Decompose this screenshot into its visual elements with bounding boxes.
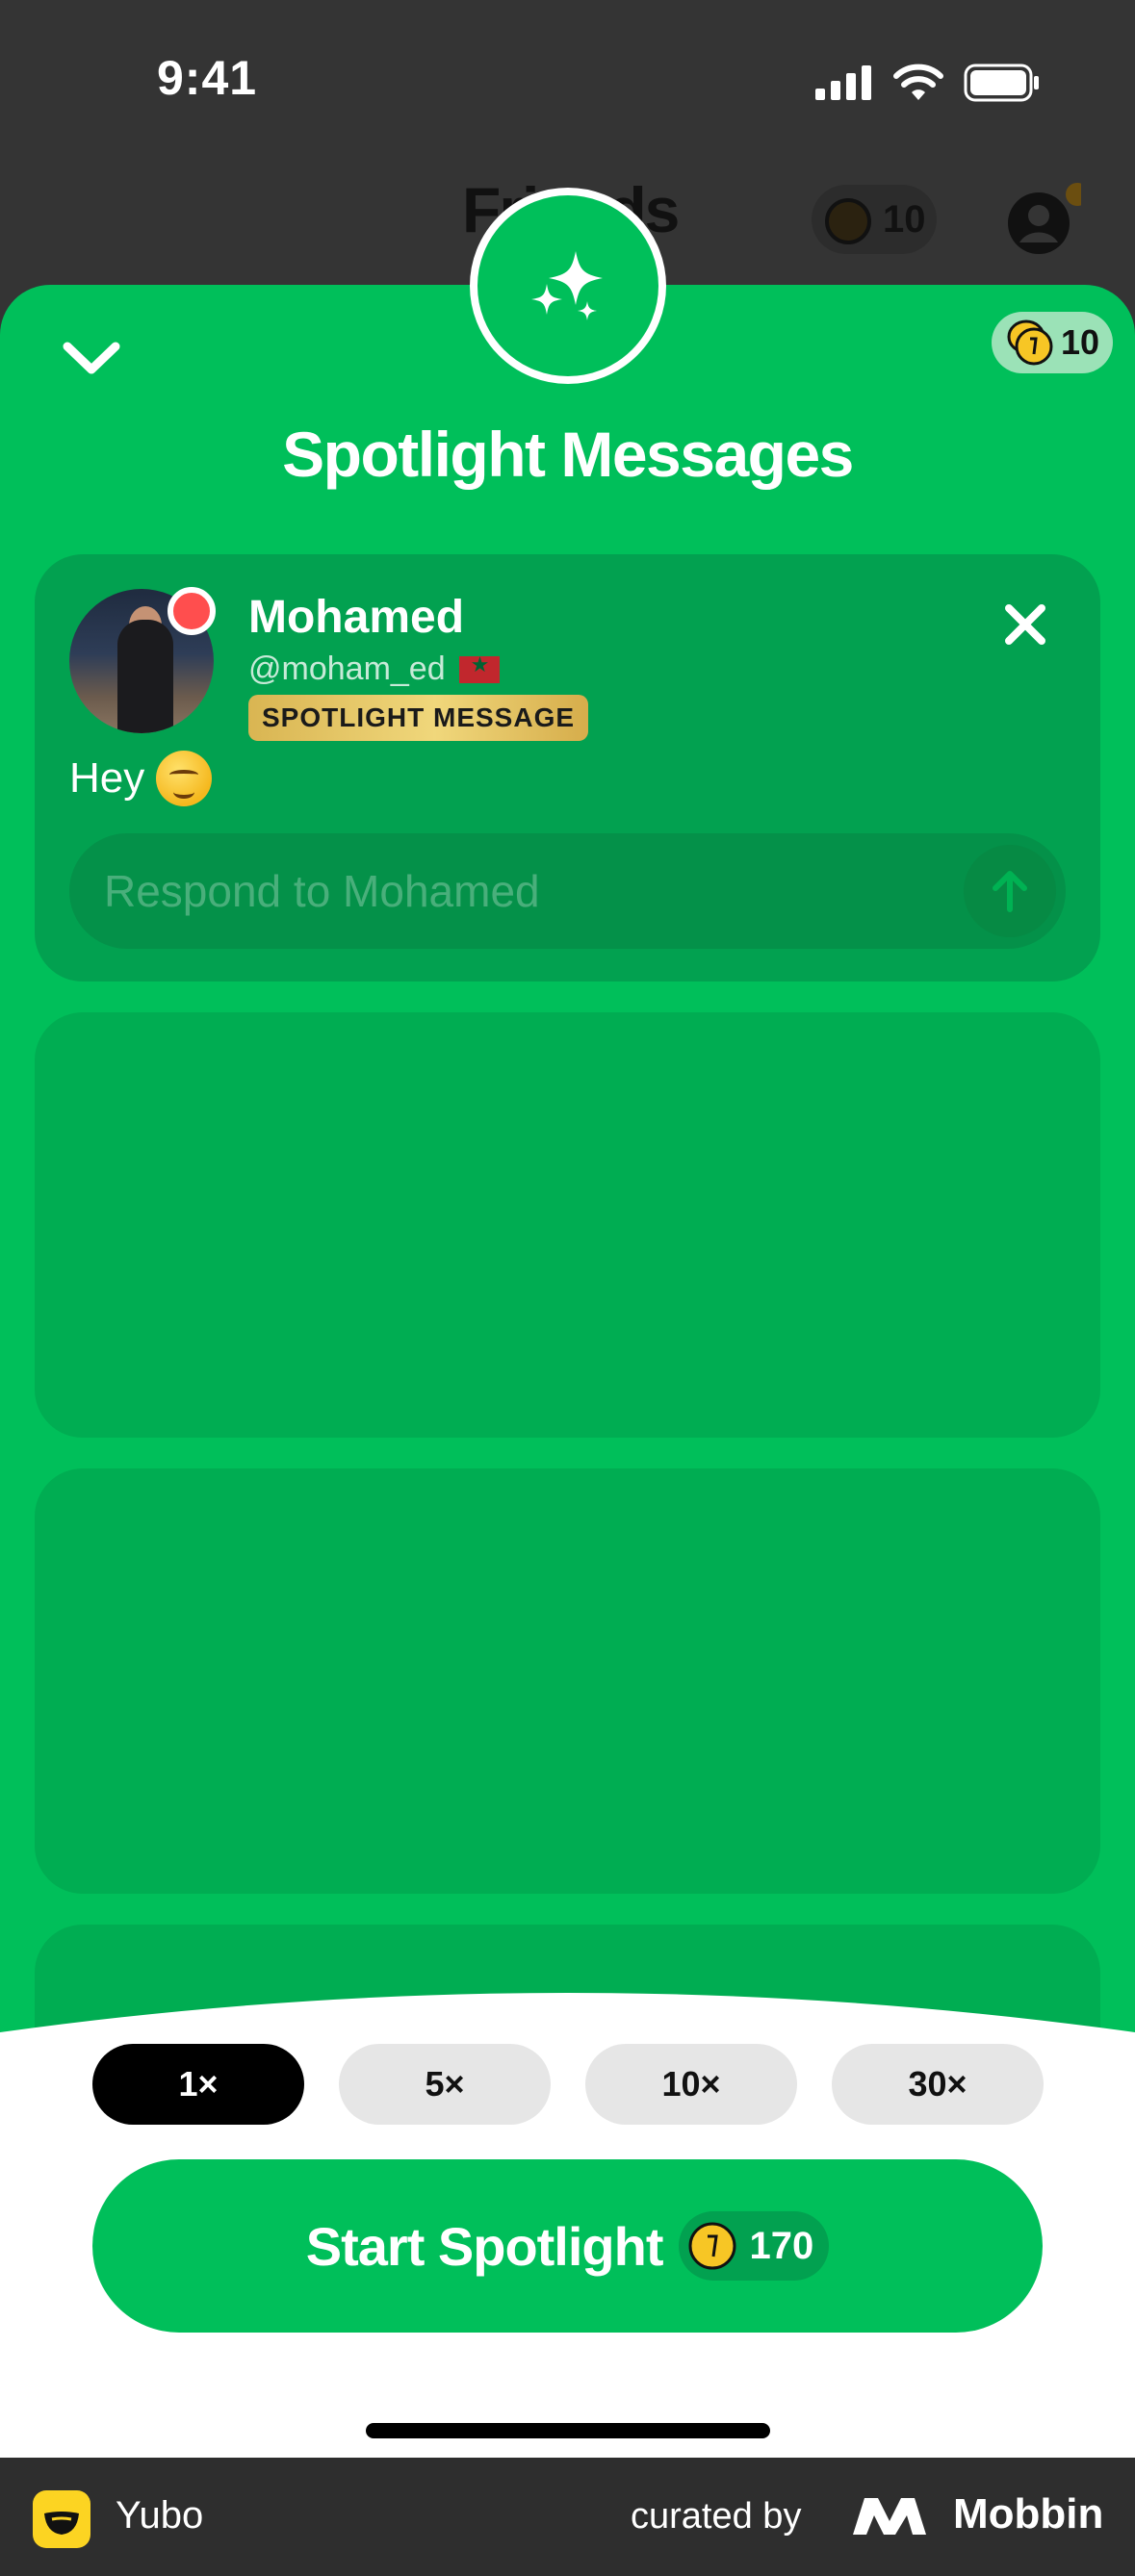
- battery-icon: [964, 64, 1039, 102]
- sparkles-icon: [531, 251, 603, 320]
- avatar[interactable]: [69, 587, 216, 733]
- message-text: Hey: [69, 751, 213, 806]
- sender-handle: @moham_ed: [248, 650, 500, 688]
- coin-balance-pill[interactable]: 10: [992, 312, 1113, 373]
- signal-icon: [815, 65, 871, 100]
- sender-name: Mohamed: [248, 592, 465, 643]
- drooling-face-emoji-icon: [156, 751, 213, 806]
- chevron-down-icon[interactable]: [58, 335, 125, 383]
- close-icon[interactable]: [997, 597, 1053, 652]
- send-button[interactable]: [964, 845, 1056, 937]
- coin-icon: [688, 2222, 735, 2270]
- empty-message-slot: [35, 1468, 1100, 1894]
- price-value: 170: [749, 2224, 814, 2267]
- mobbin-logo-icon: [853, 2498, 926, 2535]
- coin-stack-icon: [825, 198, 871, 244]
- multiplier-selector: 1× 5× 10× 30×: [92, 2044, 1044, 2125]
- status-time: 9:41: [157, 51, 258, 105]
- multiplier-5x[interactable]: 5×: [339, 2044, 551, 2125]
- app-name: Yubo: [116, 2494, 204, 2537]
- multiplier-30x[interactable]: 30×: [832, 2044, 1044, 2125]
- yubo-logo-icon: [33, 2490, 90, 2548]
- price-pill: 170: [678, 2211, 830, 2281]
- coin-balance-count: 10: [1061, 322, 1100, 362]
- background-coin-balance[interactable]: 10: [812, 185, 937, 254]
- spotlight-purchase-panel: 1× 5× 10× 30× Start Spotlight 170: [0, 1982, 1135, 2458]
- status-icons: [815, 64, 1041, 102]
- online-status-dot: [168, 587, 216, 635]
- profile-icon[interactable]: [1004, 183, 1081, 260]
- morocco-flag-icon: [458, 652, 500, 683]
- status-bar: 9:41: [0, 0, 1135, 168]
- spotlight-badge: SPOTLIGHT MESSAGE: [248, 695, 589, 741]
- wifi-icon: [893, 64, 943, 100]
- start-spotlight-label: Start Spotlight: [305, 2215, 664, 2277]
- arrow-up-icon: [993, 871, 1027, 912]
- message-body: Hey: [69, 754, 145, 802]
- curated-by-label: curated by: [631, 2496, 802, 2537]
- empty-message-slot: [35, 1012, 1100, 1438]
- sheet-title: Spotlight Messages: [282, 419, 854, 490]
- background-coin-count: 10: [883, 197, 926, 241]
- spotlight-message-card: Mohamed @moham_ed SPOTLIGHT MESSAGE Hey …: [35, 554, 1100, 982]
- sender-handle-text: @moham_ed: [248, 650, 446, 687]
- multiplier-10x[interactable]: 10×: [585, 2044, 797, 2125]
- footer-bar: Yubo curated by Mobbin: [0, 2458, 1135, 2576]
- coin-stack-icon: [1007, 319, 1053, 366]
- home-indicator[interactable]: [366, 2423, 770, 2438]
- start-spotlight-button[interactable]: Start Spotlight 170: [92, 2159, 1043, 2333]
- multiplier-1x[interactable]: 1×: [92, 2044, 304, 2125]
- reply-input[interactable]: Respond to Mohamed: [69, 833, 1066, 949]
- spotlight-badge-circle: [470, 188, 666, 384]
- reply-placeholder: Respond to Mohamed: [104, 866, 540, 916]
- mobbin-brand: Mobbin: [953, 2490, 1104, 2538]
